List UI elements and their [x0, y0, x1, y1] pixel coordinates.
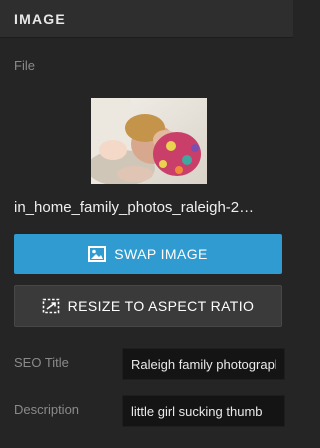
resize-icon	[42, 298, 60, 314]
swap-image-label: SWAP IMAGE	[114, 246, 208, 262]
description-input[interactable]	[122, 395, 285, 427]
image-icon	[88, 246, 107, 262]
panel-title: IMAGE	[14, 10, 66, 27]
file-name: in_home_family_photos_raleigh-2…	[14, 199, 255, 216]
image-panel: IMAGE File in_home_family_photos_raleigh…	[0, 0, 293, 448]
file-label: File	[14, 58, 35, 73]
description-label: Description	[14, 402, 80, 417]
resize-aspect-ratio-button[interactable]: RESIZE TO ASPECT RATIO	[14, 285, 282, 327]
image-thumbnail[interactable]	[91, 98, 207, 184]
panel-header: IMAGE	[0, 0, 293, 38]
swap-image-button[interactable]: SWAP IMAGE	[14, 234, 282, 274]
resize-aspect-ratio-label: RESIZE TO ASPECT RATIO	[67, 298, 255, 314]
photo-thumbnail-icon	[91, 98, 207, 184]
seo-title-label: SEO Title	[14, 355, 69, 370]
seo-title-input[interactable]	[122, 348, 285, 380]
